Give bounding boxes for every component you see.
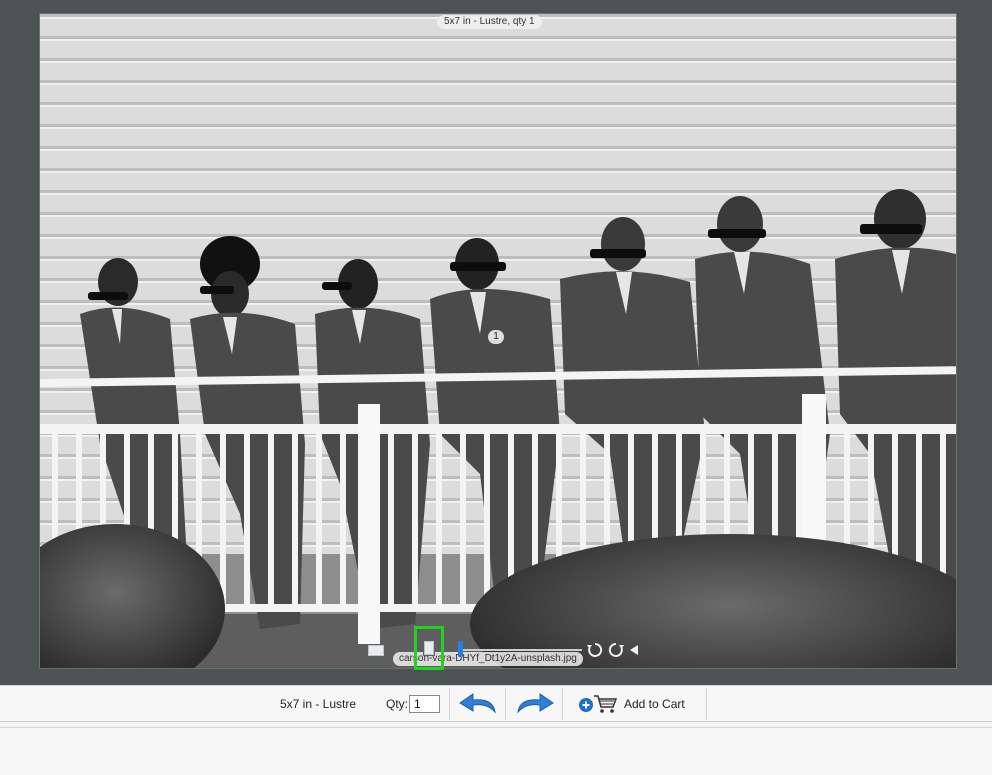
redo-button[interactable] bbox=[510, 689, 560, 719]
add-to-cart-label: Add to Cart bbox=[624, 697, 685, 711]
zoom-slider-thumb[interactable] bbox=[458, 641, 463, 657]
add-to-cart-icon bbox=[579, 695, 618, 713]
undo-button[interactable] bbox=[453, 689, 503, 719]
toolbar-divider bbox=[505, 688, 506, 720]
toolbar-divider bbox=[706, 688, 707, 720]
toolbar-divider bbox=[449, 688, 450, 720]
triangle-left-icon[interactable] bbox=[628, 642, 640, 658]
product-label: 5x7 in - Lustre bbox=[280, 697, 357, 711]
footer-panel bbox=[0, 727, 992, 775]
portrait-orientation-icon[interactable] bbox=[414, 626, 444, 670]
photo-viewer: 1 5x7 in - Lustre, qty 1 carson-vara-DHY… bbox=[0, 0, 992, 685]
print-size-label: 5x7 in - Lustre, qty 1 bbox=[437, 15, 542, 29]
undo-arrow-icon bbox=[459, 693, 496, 714]
rotate-right-icon[interactable] bbox=[606, 640, 626, 660]
toolbar-divider bbox=[562, 688, 563, 720]
order-toolbar: 5x7 in - Lustre Qty: A bbox=[0, 685, 992, 722]
landscape-orientation-icon[interactable] bbox=[366, 643, 386, 657]
print-order-app: 1 5x7 in - Lustre, qty 1 carson-vara-DHY… bbox=[0, 0, 992, 775]
qty-input[interactable] bbox=[409, 695, 440, 713]
photo-preview[interactable]: 1 bbox=[39, 13, 957, 669]
photo-index-badge: 1 bbox=[488, 330, 504, 344]
rotate-left-icon[interactable] bbox=[585, 640, 605, 660]
add-to-cart-button[interactable]: Add to Cart bbox=[578, 689, 685, 719]
redo-arrow-icon bbox=[517, 693, 554, 714]
zoom-slider-track[interactable] bbox=[460, 649, 582, 651]
qty-label: Qty: bbox=[386, 697, 409, 711]
